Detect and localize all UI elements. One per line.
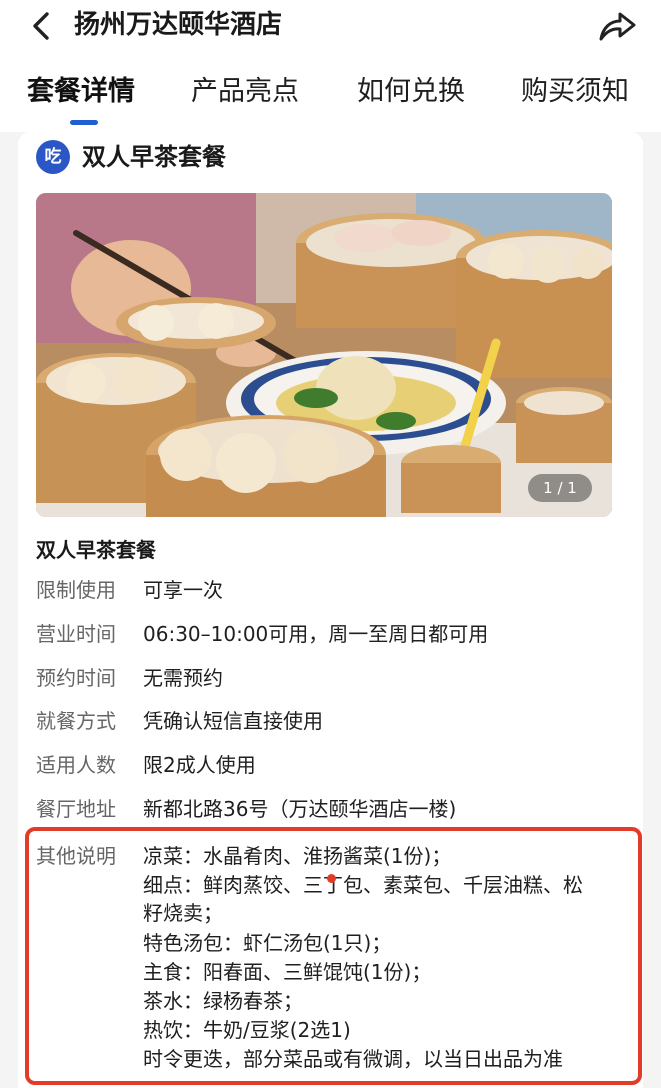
- other-notes-label: 其他说明: [36, 844, 116, 868]
- tab-bar: 套餐详情 产品亮点 如何兑换 购买须知: [0, 52, 661, 132]
- tab-package-details[interactable]: 套餐详情: [27, 74, 135, 110]
- other-notes-line: 茶水：绿杨春茶；: [143, 989, 303, 1013]
- detail-value: 限2成人使用: [143, 753, 256, 777]
- share-button[interactable]: [596, 6, 638, 46]
- other-notes-line: 特色汤包：虾仁汤包(1只)；: [143, 931, 392, 955]
- package-subtitle: 双人早茶套餐: [36, 538, 156, 562]
- active-tab-indicator: [70, 120, 98, 125]
- red-marker-dot: [327, 874, 336, 883]
- top-bar: 扬州万达颐华酒店: [0, 0, 661, 52]
- detail-label: 适用人数: [36, 753, 116, 777]
- package-title: 双人早茶套餐: [82, 143, 226, 171]
- other-notes-line: 时令更迭，部分菜品或有微调，以当日出品为准: [143, 1047, 563, 1071]
- package-photo[interactable]: [36, 193, 612, 517]
- detail-label: 预约时间: [36, 666, 116, 690]
- share-icon: [599, 12, 636, 41]
- other-notes-line: 细点：鲜肉蒸饺、三丁包、素菜包、千层油糕、松: [143, 873, 583, 897]
- back-arrow-icon: [33, 12, 49, 40]
- other-notes-line: 凉菜：水晶肴肉、淮扬酱菜(1份)；: [143, 844, 452, 868]
- detail-value: 凭确认短信直接使用: [143, 709, 323, 733]
- detail-value: 06:30–10:00可用，周一至周日都可用: [143, 622, 489, 646]
- page-title: 扬州万达颐华酒店: [74, 10, 283, 40]
- other-notes-line: 热饮：牛奶/豆浆(2选1): [143, 1018, 351, 1042]
- dim-sum-photo: [36, 193, 612, 517]
- tab-product-highlights[interactable]: 产品亮点: [191, 74, 299, 110]
- back-button[interactable]: [26, 9, 60, 43]
- detail-label: 营业时间: [36, 622, 116, 646]
- other-notes-line: 籽烧卖；: [143, 901, 223, 925]
- detail-label: 限制使用: [36, 578, 116, 602]
- other-notes-line: 主食：阳春面、三鲜馄饨(1份)；: [143, 960, 432, 984]
- detail-label: 餐厅地址: [36, 797, 116, 821]
- detail-value: 可享一次: [143, 578, 223, 602]
- tab-how-to-redeem[interactable]: 如何兑换: [357, 74, 465, 110]
- detail-value: 新都北路36号（万达颐华酒店一楼): [143, 797, 457, 821]
- tab-purchase-notes[interactable]: 购买须知: [521, 74, 629, 110]
- photo-counter: 1 / 1: [528, 474, 592, 502]
- detail-value: 无需预约: [143, 666, 223, 690]
- food-category-badge: 吃: [36, 140, 70, 174]
- detail-label: 就餐方式: [36, 709, 116, 733]
